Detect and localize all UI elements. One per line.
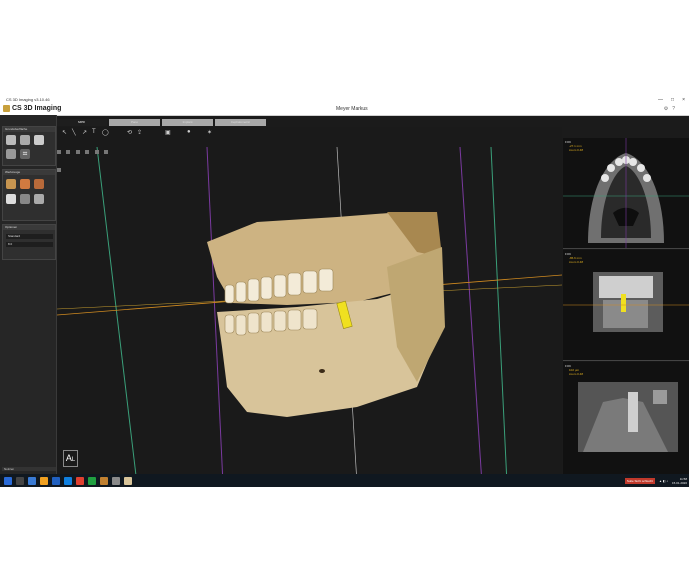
tab-implant[interactable]: Implant <box>162 119 213 126</box>
start-icon[interactable] <box>4 476 12 485</box>
skull-tool-icon[interactable] <box>6 135 16 145</box>
grid-tool-icon[interactable] <box>20 194 30 204</box>
left-sidebar: Grundoberfläche ⌗ Werkzeuge Optionen Sta… <box>0 115 57 487</box>
chrome-icon[interactable] <box>88 476 96 485</box>
pen-tool-icon[interactable] <box>34 194 44 204</box>
sphere-icon[interactable]: ● <box>187 129 191 135</box>
view-tabs: MPR Pano Implant Cephalometric <box>56 119 266 126</box>
app-icon-grey[interactable] <box>112 476 120 485</box>
date: 15.01.2020 <box>671 480 687 485</box>
help-icon[interactable]: ? <box>672 106 675 112</box>
view-info: -86.6 mm zoom 0.48 <box>569 256 583 264</box>
view-info: -27.1 mm zoom 0.48 <box>569 144 583 152</box>
screenshot-icon[interactable]: ▣ <box>165 129 171 136</box>
panel-basic-surface: Grundoberfläche ⌗ <box>2 126 56 166</box>
toolbar-small-button[interactable] <box>66 150 71 154</box>
tray-icons[interactable]: ▲ ◧ ♪ <box>659 479 668 483</box>
panel-title: Grundoberfläche <box>3 127 55 132</box>
option-select[interactable]: Standard <box>6 234 53 239</box>
axial-slice <box>563 138 689 248</box>
window-titlebar: CS 3D Imaging v3.10.46 — □ × <box>0 96 689 104</box>
panel-tools: Werkzeuge <box>2 169 56 221</box>
toolbar-small-button[interactable] <box>57 168 61 172</box>
mail-icon[interactable] <box>64 476 72 485</box>
sagittal-view[interactable]: FOK -86.6 mm zoom 0.48 <box>563 250 689 361</box>
leaf-tool-icon[interactable] <box>6 194 16 204</box>
toolbar-small-button[interactable] <box>57 150 61 154</box>
line-icon[interactable]: ╲ <box>72 129 76 136</box>
tab-mpr[interactable]: MPR <box>56 119 107 126</box>
maximize-button[interactable]: □ <box>671 96 674 104</box>
orientation-indicator: AL <box>63 450 78 467</box>
logo-text: CS 3D Imaging <box>12 105 62 112</box>
crop-icon[interactable]: ⌗ <box>20 149 30 159</box>
view-zoom: zoom 0.48 <box>569 260 584 264</box>
clock[interactable]: 11:58 15.01.2020 <box>672 477 687 485</box>
axial-view[interactable]: FOK -27.1 mm zoom 0.48 <box>563 138 689 249</box>
app-icon-orange[interactable] <box>100 476 108 485</box>
coronal-slice <box>563 362 689 475</box>
text-icon[interactable]: T <box>92 129 96 135</box>
patient-name: Meyer Markus <box>336 106 368 112</box>
window-title: CS 3D Imaging v3.10.46 <box>6 97 50 102</box>
application-screen: CS 3D Imaging v3.10.46 — □ × CS 3D Imagi… <box>0 96 689 487</box>
toolbar-small-button[interactable] <box>75 150 80 154</box>
view-zoom: zoom 0.48 <box>569 372 584 376</box>
guide-line-green[interactable] <box>96 146 138 485</box>
task-view-icon[interactable] <box>28 476 36 485</box>
notification-badge[interactable]: Suite Sicht schlecht <box>624 477 655 484</box>
3d-viewport[interactable] <box>56 127 563 485</box>
header-icons: ⚙ ? <box>664 106 675 112</box>
search-icon[interactable] <box>16 476 24 485</box>
window-controls: — □ × <box>658 96 685 104</box>
tab-pano[interactable]: Pano <box>109 119 160 126</box>
tab-cephalometric[interactable]: Cephalometric <box>215 119 266 126</box>
explorer-icon[interactable] <box>40 476 48 485</box>
ellipse-icon[interactable]: ◯ <box>102 129 109 136</box>
close-button[interactable]: × <box>682 96 685 104</box>
system-tray: Suite Sicht schlecht ▲ ◧ ♪ 11:58 15.01.2… <box>624 474 687 487</box>
minimize-button[interactable]: — <box>658 96 663 104</box>
app-header: CS 3D Imaging Meyer Markus ⚙ ? <box>0 104 689 116</box>
option-value-field[interactable]: 8.0 <box>6 242 53 247</box>
logo-icon <box>3 105 10 112</box>
cs-imaging-taskbar-icon[interactable] <box>124 476 132 485</box>
guide-line-green[interactable] <box>490 146 508 485</box>
app-logo: CS 3D Imaging <box>3 105 61 112</box>
bone-tool-icon[interactable] <box>6 179 16 189</box>
pointer-icon[interactable]: ↖ <box>62 129 67 136</box>
viewport-toolbar: ↖ ╲ ↗ T ◯ ⟲ ⇪ ▣ ● ✶ <box>57 127 562 141</box>
gear-icon[interactable]: ⚙ <box>664 106 668 112</box>
guide-line-purple[interactable] <box>459 146 483 485</box>
secondary-toolbar <box>57 141 117 172</box>
panel-title: Werkzeuge <box>3 170 55 175</box>
right-views: FOK -27.1 mm zoom 0.48 FOK -86.6 mm zoom… <box>563 138 689 476</box>
export-icon[interactable]: ⇪ <box>137 129 142 136</box>
teeth-tool-icon[interactable] <box>20 135 30 145</box>
skull-color-icon[interactable] <box>34 179 44 189</box>
view-info: 102 µm zoom 0.48 <box>569 368 583 376</box>
toolbar-small-button[interactable] <box>94 150 99 154</box>
arrow-icon[interactable]: ↗ <box>82 129 87 136</box>
toolbar-small-button[interactable] <box>85 150 90 154</box>
coronal-view[interactable]: FOK 102 µm zoom 0.48 <box>563 362 689 476</box>
skin-tool-icon[interactable] <box>20 179 30 189</box>
view-zoom: zoom 0.48 <box>569 148 584 152</box>
sagittal-slice <box>563 250 689 360</box>
app-icon-red[interactable] <box>76 476 84 485</box>
panel-options: Optionen Standard 8.0 <box>2 224 56 260</box>
mental-foramen <box>319 369 325 373</box>
settings-icon[interactable]: ✶ <box>207 129 212 136</box>
tooth-tool-icon[interactable] <box>34 135 44 145</box>
3d-render <box>56 146 563 485</box>
toolbar-small-button[interactable] <box>104 150 109 154</box>
jaw-tool-icon[interactable] <box>6 149 16 159</box>
rotate-icon[interactable]: ⟲ <box>127 129 132 136</box>
panel-title: Optionen <box>3 225 55 230</box>
notes-field[interactable]: Notizen <box>2 467 56 471</box>
edge-icon[interactable] <box>52 476 60 485</box>
windows-taskbar: Suite Sicht schlecht ▲ ◧ ♪ 11:58 15.01.2… <box>0 474 689 487</box>
